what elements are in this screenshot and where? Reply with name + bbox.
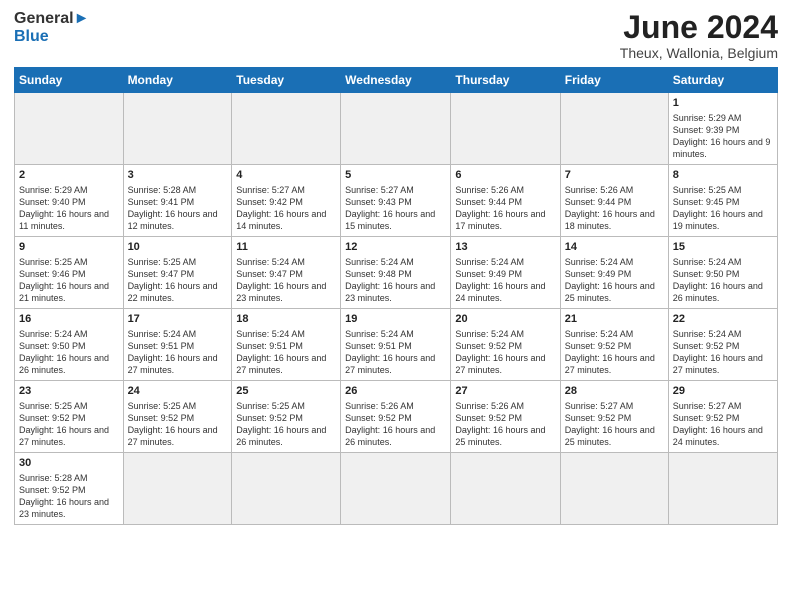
- table-row: 8Sunrise: 5:25 AM Sunset: 9:45 PM Daylig…: [668, 165, 777, 237]
- table-row: 9Sunrise: 5:25 AM Sunset: 9:46 PM Daylig…: [15, 237, 124, 309]
- calendar-table: Sunday Monday Tuesday Wednesday Thursday…: [14, 67, 778, 524]
- col-friday: Friday: [560, 68, 668, 93]
- table-row: 3Sunrise: 5:28 AM Sunset: 9:41 PM Daylig…: [123, 165, 232, 237]
- day-number: 16: [19, 312, 119, 327]
- table-row: [123, 453, 232, 524]
- table-row: 22Sunrise: 5:24 AM Sunset: 9:52 PM Dayli…: [668, 309, 777, 381]
- location: Theux, Wallonia, Belgium: [620, 45, 778, 61]
- table-row: [232, 453, 341, 524]
- table-row: [232, 93, 341, 165]
- day-number: 4: [236, 168, 336, 183]
- table-row: 30Sunrise: 5:28 AM Sunset: 9:52 PM Dayli…: [15, 453, 124, 524]
- table-row: [341, 93, 451, 165]
- day-number: 2: [19, 168, 119, 183]
- logo: General► Blue: [14, 10, 89, 45]
- table-row: 24Sunrise: 5:25 AM Sunset: 9:52 PM Dayli…: [123, 381, 232, 453]
- col-sunday: Sunday: [15, 68, 124, 93]
- table-row: 28Sunrise: 5:27 AM Sunset: 9:52 PM Dayli…: [560, 381, 668, 453]
- day-number: 6: [455, 168, 555, 183]
- col-tuesday: Tuesday: [232, 68, 341, 93]
- calendar-header-row: Sunday Monday Tuesday Wednesday Thursday…: [15, 68, 778, 93]
- day-number: 27: [455, 384, 555, 399]
- day-number: 20: [455, 312, 555, 327]
- table-row: 12Sunrise: 5:24 AM Sunset: 9:48 PM Dayli…: [341, 237, 451, 309]
- day-number: 10: [128, 240, 228, 255]
- col-thursday: Thursday: [451, 68, 560, 93]
- table-row: 4Sunrise: 5:27 AM Sunset: 9:42 PM Daylig…: [232, 165, 341, 237]
- table-row: 20Sunrise: 5:24 AM Sunset: 9:52 PM Dayli…: [451, 309, 560, 381]
- day-number: 21: [565, 312, 664, 327]
- day-number: 13: [455, 240, 555, 255]
- day-number: 14: [565, 240, 664, 255]
- table-row: [560, 453, 668, 524]
- day-number: 19: [345, 312, 446, 327]
- day-number: 26: [345, 384, 446, 399]
- table-row: 10Sunrise: 5:25 AM Sunset: 9:47 PM Dayli…: [123, 237, 232, 309]
- day-number: 24: [128, 384, 228, 399]
- day-number: 9: [19, 240, 119, 255]
- col-monday: Monday: [123, 68, 232, 93]
- day-number: 7: [565, 168, 664, 183]
- day-number: 15: [673, 240, 773, 255]
- day-number: 30: [19, 456, 119, 471]
- table-row: 18Sunrise: 5:24 AM Sunset: 9:51 PM Dayli…: [232, 309, 341, 381]
- table-row: 19Sunrise: 5:24 AM Sunset: 9:51 PM Dayli…: [341, 309, 451, 381]
- day-number: 1: [673, 96, 773, 111]
- month-title: June 2024: [620, 10, 778, 45]
- day-number: 17: [128, 312, 228, 327]
- day-number: 3: [128, 168, 228, 183]
- table-row: [451, 93, 560, 165]
- day-number: 23: [19, 384, 119, 399]
- day-number: 29: [673, 384, 773, 399]
- col-wednesday: Wednesday: [341, 68, 451, 93]
- day-number: 22: [673, 312, 773, 327]
- table-row: 13Sunrise: 5:24 AM Sunset: 9:49 PM Dayli…: [451, 237, 560, 309]
- day-number: 11: [236, 240, 336, 255]
- table-row: 23Sunrise: 5:25 AM Sunset: 9:52 PM Dayli…: [15, 381, 124, 453]
- day-number: 28: [565, 384, 664, 399]
- col-saturday: Saturday: [668, 68, 777, 93]
- table-row: [15, 93, 124, 165]
- table-row: 5Sunrise: 5:27 AM Sunset: 9:43 PM Daylig…: [341, 165, 451, 237]
- table-row: 29Sunrise: 5:27 AM Sunset: 9:52 PM Dayli…: [668, 381, 777, 453]
- header: General► Blue June 2024 Theux, Wallonia,…: [14, 10, 778, 61]
- table-row: 14Sunrise: 5:24 AM Sunset: 9:49 PM Dayli…: [560, 237, 668, 309]
- table-row: 27Sunrise: 5:26 AM Sunset: 9:52 PM Dayli…: [451, 381, 560, 453]
- table-row: 25Sunrise: 5:25 AM Sunset: 9:52 PM Dayli…: [232, 381, 341, 453]
- day-number: 25: [236, 384, 336, 399]
- table-row: 1Sunrise: 5:29 AM Sunset: 9:39 PM Daylig…: [668, 93, 777, 165]
- day-number: 18: [236, 312, 336, 327]
- title-block: June 2024 Theux, Wallonia, Belgium: [620, 10, 778, 61]
- table-row: 11Sunrise: 5:24 AM Sunset: 9:47 PM Dayli…: [232, 237, 341, 309]
- table-row: 2Sunrise: 5:29 AM Sunset: 9:40 PM Daylig…: [15, 165, 124, 237]
- table-row: [668, 453, 777, 524]
- table-row: 17Sunrise: 5:24 AM Sunset: 9:51 PM Dayli…: [123, 309, 232, 381]
- table-row: 7Sunrise: 5:26 AM Sunset: 9:44 PM Daylig…: [560, 165, 668, 237]
- table-row: 15Sunrise: 5:24 AM Sunset: 9:50 PM Dayli…: [668, 237, 777, 309]
- table-row: 16Sunrise: 5:24 AM Sunset: 9:50 PM Dayli…: [15, 309, 124, 381]
- table-row: 21Sunrise: 5:24 AM Sunset: 9:52 PM Dayli…: [560, 309, 668, 381]
- table-row: 6Sunrise: 5:26 AM Sunset: 9:44 PM Daylig…: [451, 165, 560, 237]
- day-number: 5: [345, 168, 446, 183]
- table-row: [341, 453, 451, 524]
- day-number: 12: [345, 240, 446, 255]
- table-row: [560, 93, 668, 165]
- day-number: 8: [673, 168, 773, 183]
- table-row: [451, 453, 560, 524]
- table-row: [123, 93, 232, 165]
- page: General► Blue June 2024 Theux, Wallonia,…: [0, 0, 792, 533]
- table-row: 26Sunrise: 5:26 AM Sunset: 9:52 PM Dayli…: [341, 381, 451, 453]
